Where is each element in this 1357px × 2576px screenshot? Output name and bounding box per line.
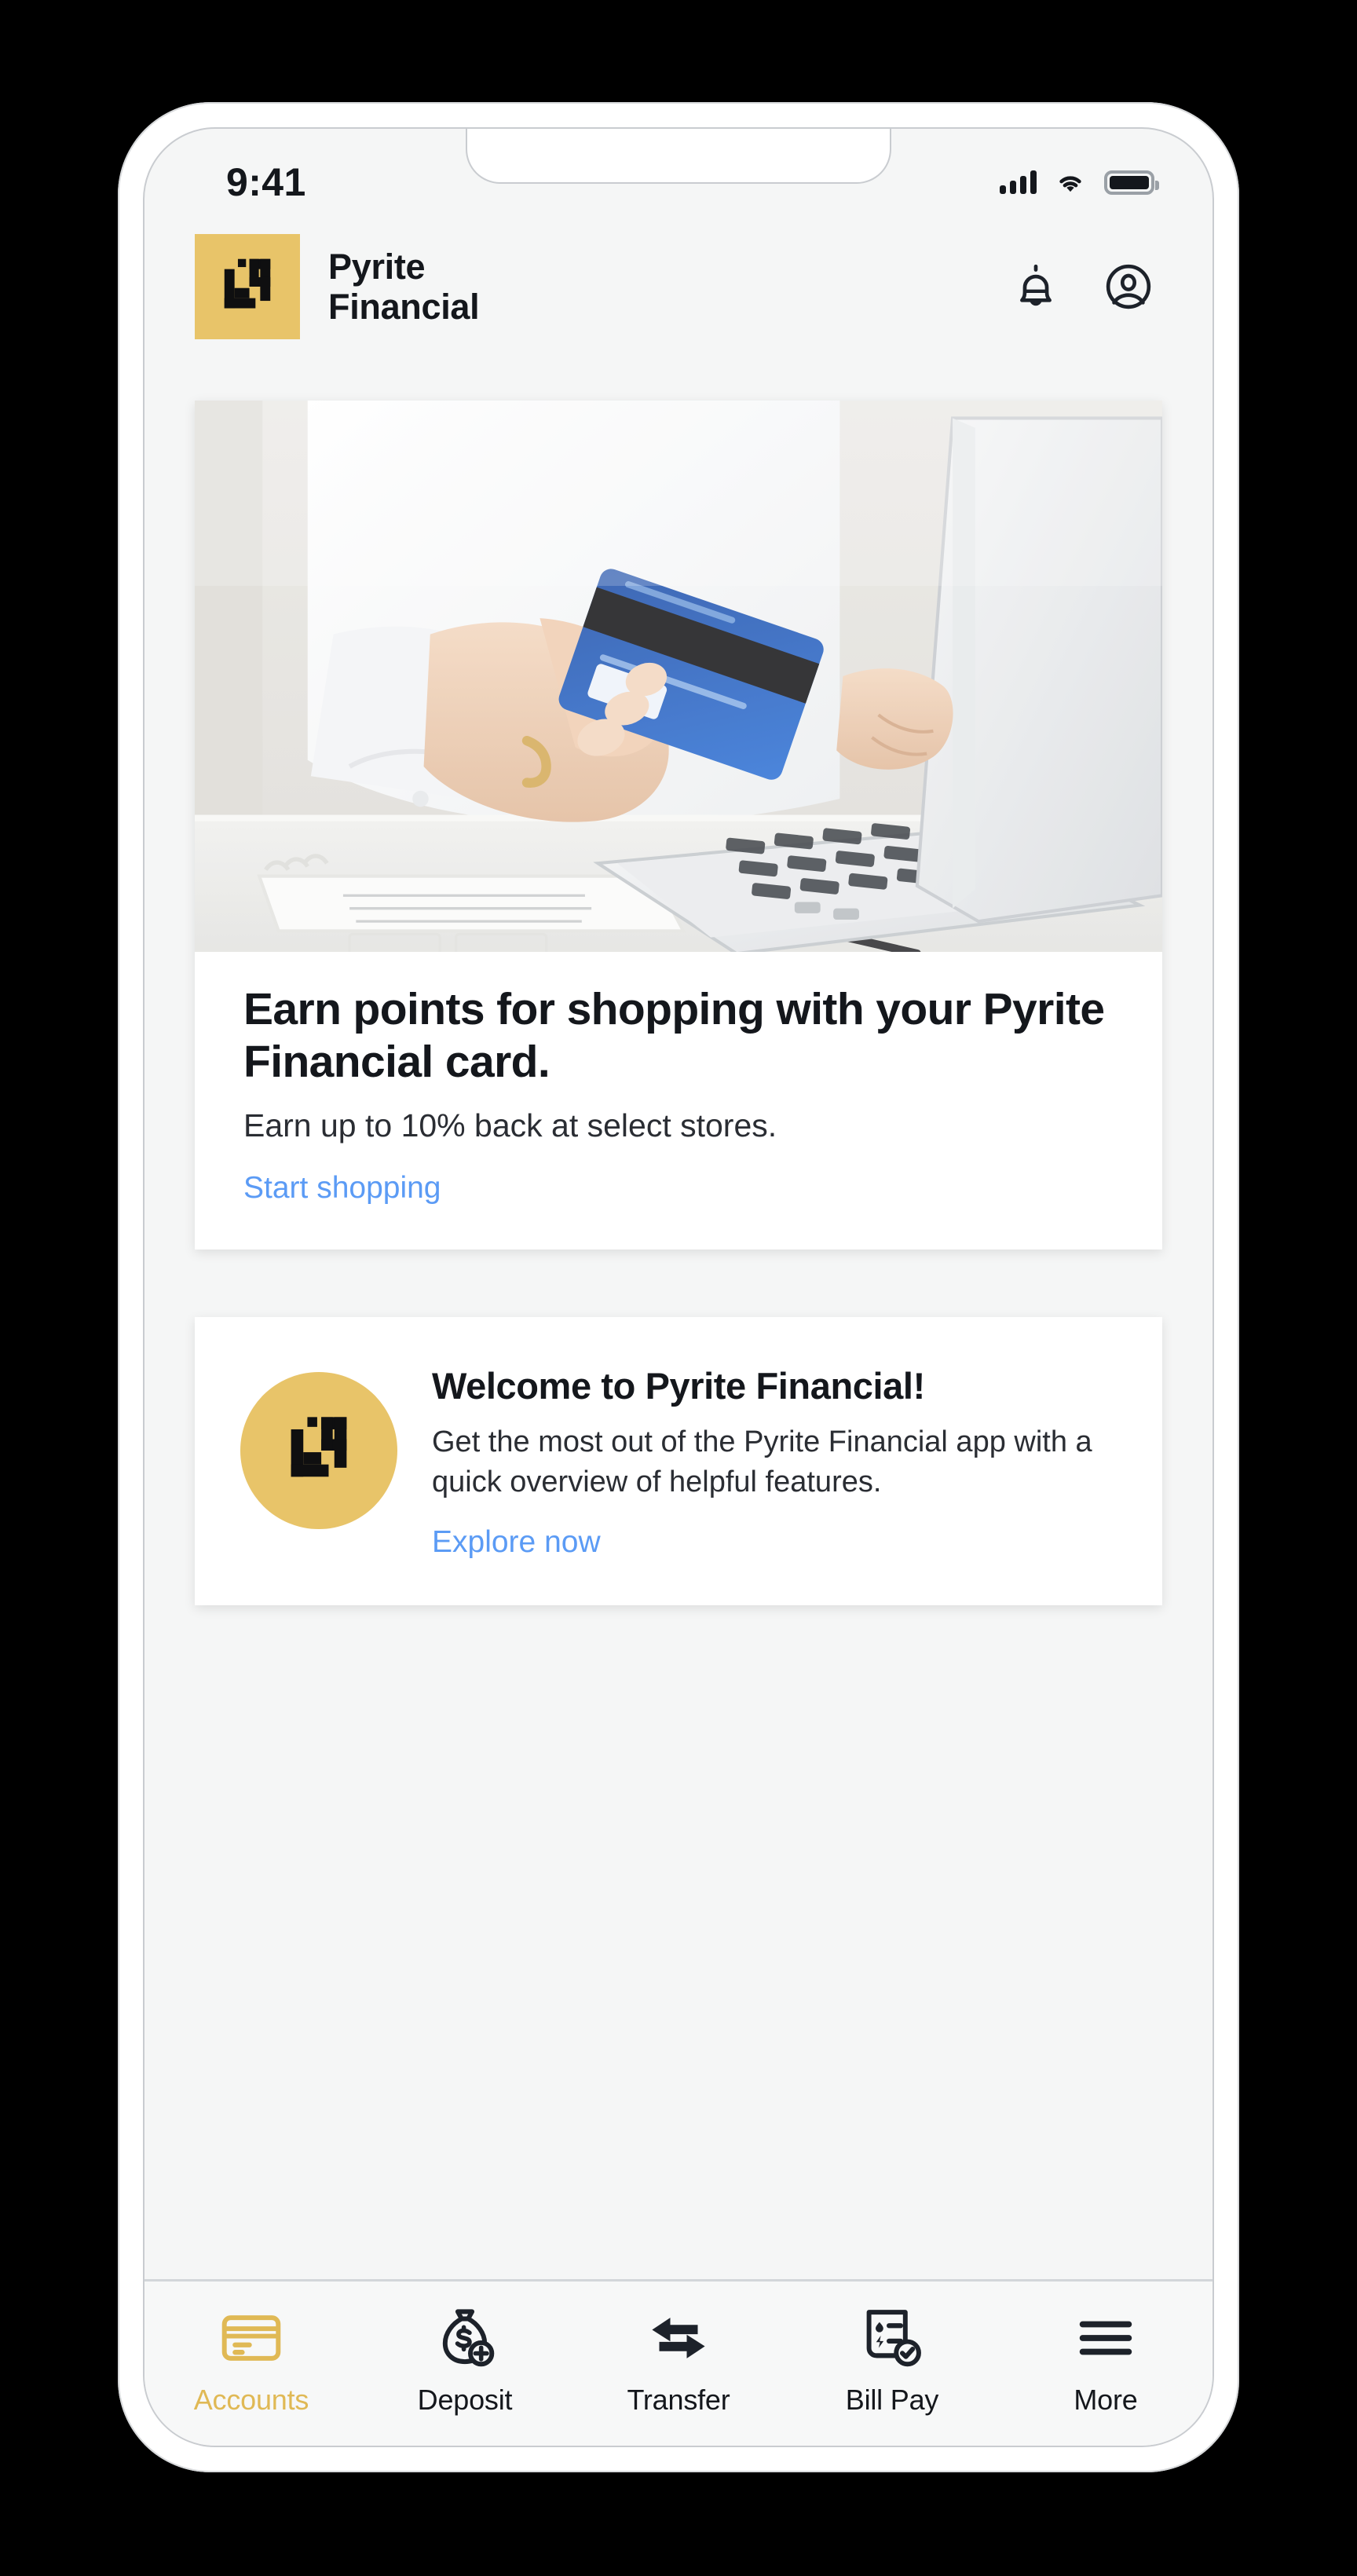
promo-subtitle: Earn up to 10% back at select stores. [243, 1107, 777, 1144]
phone-screen: 9:41 Pyrite Financial Earn points for sh… [143, 127, 1214, 2447]
status-bar-clock: 9:41 [226, 160, 306, 204]
tab-label: Transfer [627, 2384, 730, 2416]
header-actions [1010, 261, 1154, 313]
brand-name: Pyrite Financial [328, 246, 480, 327]
main-content: Earn points for shopping with your Pyrit… [144, 357, 1213, 2279]
hamburger-menu-icon [1079, 2321, 1132, 2355]
pyrite-logo-icon [240, 1371, 397, 1529]
tab-deposit[interactable]: Deposit [358, 2305, 572, 2417]
promo-hero-image [195, 401, 1162, 952]
welcome-card-text: Welcome to Pyrite Financial! Get the mos… [432, 1361, 1115, 1560]
transfer-arrows-icon [652, 2318, 705, 2358]
bell-icon[interactable] [1010, 261, 1062, 313]
battery-full-icon [1104, 170, 1159, 195]
bottom-navigation-bar: Accounts Deposit Transfer Bill Pay More [144, 2279, 1213, 2446]
start-shopping-link[interactable]: Start shopping [243, 1171, 441, 1206]
tab-label: Bill Pay [845, 2384, 939, 2416]
brand-lockup: Pyrite Financial [195, 234, 480, 339]
welcome-body: Get the most out of the Pyrite Financial… [432, 1425, 1092, 1498]
phone-device-frame: 9:41 Pyrite Financial Earn points for sh… [118, 102, 1239, 2472]
wifi-icon [1059, 176, 1081, 192]
credit-card-icon [221, 2315, 281, 2361]
status-bar-icons [1000, 170, 1159, 195]
welcome-title: Welcome to Pyrite Financial! [432, 1364, 925, 1407]
promo-card-body: Earn points for shopping with your Pyrit… [195, 952, 1162, 1250]
cellular-signal-icon [1000, 170, 1037, 194]
tab-label: More [1074, 2384, 1138, 2416]
account-circle-icon[interactable] [1103, 261, 1154, 313]
invoice-check-icon [866, 2310, 921, 2367]
tab-transfer[interactable]: Transfer [572, 2305, 785, 2417]
tab-more[interactable]: More [999, 2305, 1213, 2417]
welcome-card[interactable]: Welcome to Pyrite Financial! Get the mos… [195, 1316, 1162, 1606]
tab-label: Accounts [193, 2384, 309, 2416]
tab-accounts[interactable]: Accounts [144, 2305, 358, 2417]
promo-card[interactable]: Earn points for shopping with your Pyrit… [195, 401, 1162, 1250]
explore-now-link[interactable]: Explore now [432, 1525, 601, 1560]
money-bag-plus-icon [442, 2309, 495, 2367]
app-header: Pyrite Financial [144, 217, 1213, 357]
phone-notch [466, 129, 891, 184]
promo-title: Earn points for shopping with your Pyrit… [243, 984, 1105, 1087]
pyrite-logo-icon [195, 234, 300, 339]
tab-label: Deposit [417, 2384, 513, 2416]
tab-bill-pay[interactable]: Bill Pay [785, 2305, 999, 2417]
